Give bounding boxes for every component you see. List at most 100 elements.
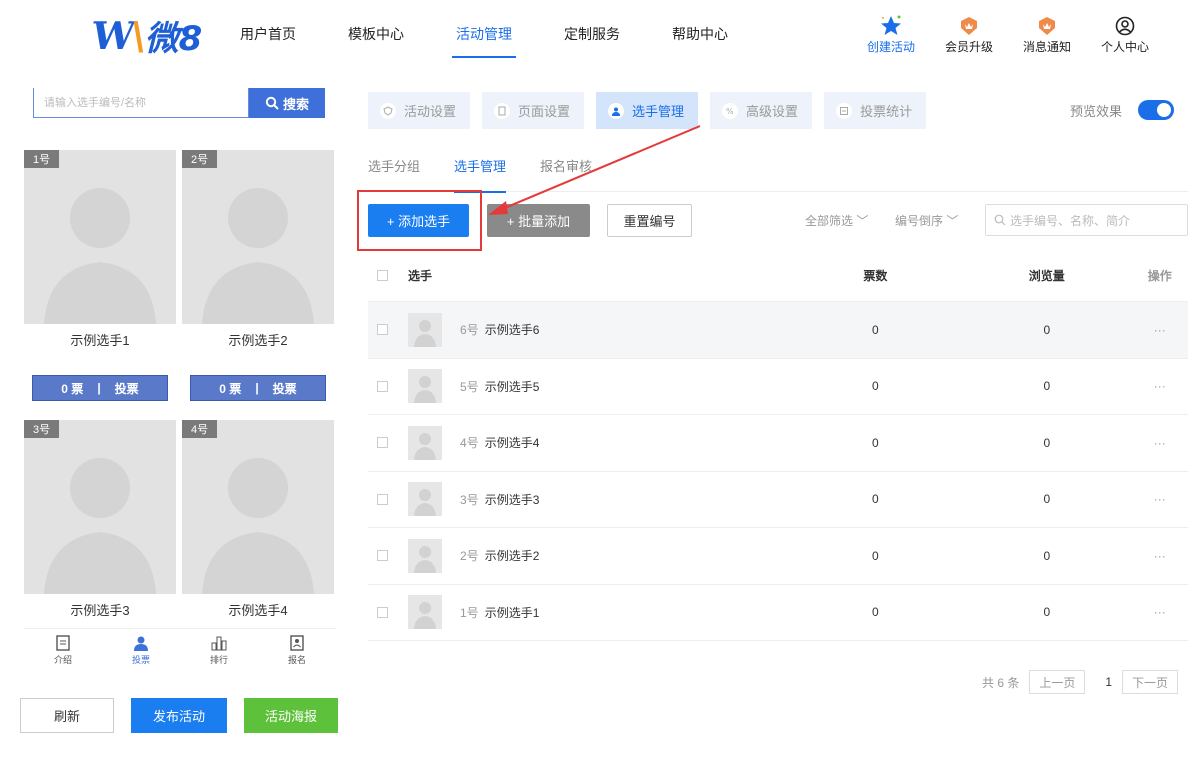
row-votes: 0 (872, 548, 879, 563)
subtab-signup-review[interactable]: 报名审核 (540, 156, 592, 192)
contestant-card[interactable]: 4号 示例选手4 (182, 420, 334, 628)
filter-all-dropdown[interactable]: 全部筛选 ﹀ (805, 212, 868, 229)
activity-poster-button[interactable]: 活动海报 (244, 698, 338, 733)
row-votes: 0 (872, 435, 879, 450)
preview-search-input[interactable]: 请输入选手编号/名称 (33, 88, 249, 118)
contestant-search-input[interactable]: 选手编号、名称、简介 (985, 204, 1188, 236)
row-more-actions[interactable]: ··· (1132, 549, 1188, 563)
row-more-actions[interactable]: ··· (1132, 436, 1188, 450)
pagination: 共 6 条 上一页 1 下一页 (982, 670, 1179, 694)
row-name: 示例选手1 (484, 605, 540, 620)
current-page[interactable]: 1 (1105, 675, 1112, 689)
vote-count: 0 票 (61, 381, 84, 396)
annotation-highlight-box (357, 190, 482, 251)
row-more-actions[interactable]: ··· (1132, 379, 1188, 393)
refresh-button[interactable]: 刷新 (20, 698, 114, 733)
preview-switch[interactable] (1138, 100, 1175, 120)
row-name: 示例选手3 (484, 492, 540, 507)
row-checkbox[interactable] (377, 493, 388, 505)
reset-numbering-button[interactable]: 重置编号 (607, 204, 692, 237)
profile-link[interactable]: 个人中心 (1086, 14, 1164, 55)
row-votes: 0 (872, 322, 879, 337)
row-checkbox[interactable] (377, 606, 388, 618)
contestant-vote-area: 0 票 | 投票 (182, 358, 334, 412)
step-contestant-management[interactable]: 选手管理 (596, 92, 699, 129)
step-label: 活动设置 (404, 104, 457, 119)
vote-separator: | (255, 381, 259, 395)
row-votes: 0 (872, 379, 879, 394)
row-views: 0 (1043, 322, 1051, 337)
contestant-name: 示例选手1 (24, 324, 176, 358)
preview-search-button[interactable]: 搜索 (249, 88, 325, 118)
publish-activity-button[interactable]: 发布活动 (131, 698, 227, 733)
next-page-button[interactable]: 下一页 (1122, 670, 1179, 694)
person-icon (102, 633, 180, 653)
svg-text:%: % (726, 107, 734, 116)
messages-link[interactable]: 消息通知 (1008, 14, 1086, 55)
subtab-groups[interactable]: 选手分组 (368, 156, 420, 192)
row-checkbox[interactable] (377, 550, 388, 562)
table-row[interactable]: 1号 示例选手1 0 0 ··· (368, 585, 1188, 641)
prev-page-button[interactable]: 上一页 (1029, 670, 1086, 694)
table-row[interactable]: 6号 示例选手6 0 0 ··· (368, 302, 1188, 359)
row-more-actions[interactable]: ··· (1132, 492, 1188, 506)
avatar (408, 425, 442, 460)
preview-search-label: 搜索 (282, 96, 309, 112)
table-row[interactable]: 2号 示例选手2 0 0 ··· (368, 528, 1188, 585)
table-row[interactable]: 5号 示例选手5 0 0 ··· (368, 359, 1188, 415)
nav-custom-service[interactable]: 定制服务 (564, 24, 620, 58)
avatar (408, 312, 442, 347)
row-number: 1号 (460, 605, 479, 620)
row-number: 2号 (460, 549, 479, 564)
row-more-actions[interactable]: ··· (1132, 605, 1188, 619)
step-activity-settings[interactable]: 活动设置 (368, 92, 471, 129)
row-name-col: 4号 示例选手4 (368, 425, 839, 460)
row-more-actions[interactable]: ··· (1132, 323, 1188, 337)
preview-tab-vote[interactable]: 投票 (102, 629, 180, 672)
member-upgrade-link[interactable]: 会员升级 (930, 14, 1008, 55)
nav-help-center[interactable]: 帮助中心 (672, 24, 728, 58)
create-activity-link[interactable]: 创建活动 (852, 14, 930, 55)
contestant-card[interactable]: 1号 示例选手1 0 票 | 投票 (24, 150, 176, 412)
row-name: 示例选手5 (484, 379, 540, 394)
batch-add-button[interactable]: + 批量添加 (487, 204, 590, 237)
person-silhouette-icon (202, 188, 314, 324)
row-name-col: 1号 示例选手1 (368, 595, 839, 630)
table-header: 选手 票数 浏览量 操作 (368, 250, 1188, 302)
row-votes: 0 (872, 492, 879, 507)
contestant-card[interactable]: 2号 示例选手2 0 票 | 投票 (182, 150, 334, 412)
step-vote-stats[interactable]: 投票统计 (824, 92, 927, 129)
preview-tab-label: 排行 (209, 655, 228, 665)
sort-dropdown[interactable]: 编号倒序 ﹀ (895, 212, 958, 229)
table-row[interactable]: 3号 示例选手3 0 0 ··· (368, 472, 1188, 528)
row-name-col: 2号 示例选手2 (368, 538, 839, 573)
row-checkbox[interactable] (377, 380, 388, 392)
row-views: 0 (1043, 379, 1051, 394)
row-checkbox[interactable] (377, 324, 388, 336)
preview-tab-signup[interactable]: 报名 (258, 629, 336, 672)
vote-button[interactable]: 0 票 | 投票 (190, 375, 326, 401)
top-nav: W\ 微8 用户首页 模板中心 活动管理 定制服务 帮助中心 创建活动 会员升级… (0, 0, 1200, 75)
step-label: 高级设置 (746, 104, 799, 119)
person-silhouette-icon (44, 458, 156, 594)
row-name: 示例选手4 (484, 436, 540, 451)
contestant-photo: 4号 (182, 420, 334, 594)
vote-button[interactable]: 0 票 | 投票 (32, 375, 168, 401)
profile-label: 个人中心 (1100, 40, 1149, 54)
nav-templates[interactable]: 模板中心 (348, 24, 404, 58)
step-page-settings[interactable]: 页面设置 (482, 92, 585, 129)
contestant-photo: 1号 (24, 150, 176, 324)
brand-logo[interactable]: W\ 微8 (89, 13, 202, 59)
preview-tab-intro[interactable]: 介绍 (24, 629, 102, 672)
total-count: 共 6 条 (982, 675, 1020, 690)
contestant-card[interactable]: 3号 示例选手3 (24, 420, 176, 628)
nav-activity-management[interactable]: 活动管理 (452, 24, 516, 58)
preview-tab-ranking[interactable]: 排行 (180, 629, 258, 672)
table-row[interactable]: 4号 示例选手4 0 0 ··· (368, 415, 1188, 472)
header-votes: 票数 (863, 269, 888, 283)
select-all-checkbox[interactable] (377, 270, 388, 281)
step-advanced-settings[interactable]: % 高级设置 (710, 92, 813, 129)
row-checkbox[interactable] (377, 437, 388, 449)
subtab-contestants[interactable]: 选手管理 (454, 156, 507, 193)
nav-home[interactable]: 用户首页 (240, 24, 296, 58)
